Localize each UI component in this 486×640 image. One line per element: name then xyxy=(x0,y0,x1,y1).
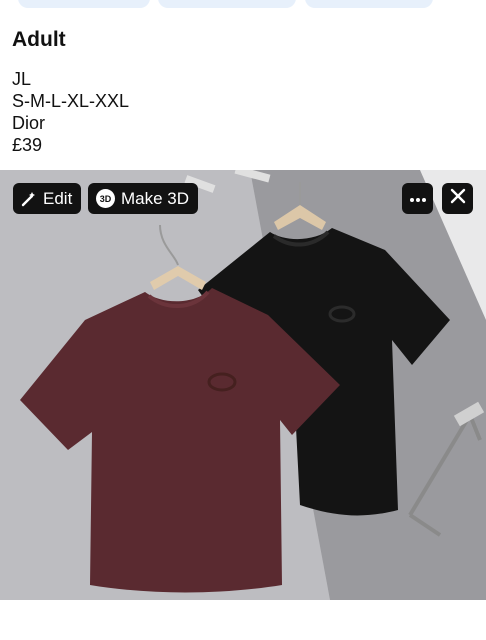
post-detail-brand: Dior xyxy=(12,113,46,133)
magic-wand-icon xyxy=(21,191,37,207)
post-text: Adult JL S-M-L-XL-XXL Dior £39 xyxy=(12,28,129,156)
make-3d-label: Make 3D xyxy=(121,188,190,208)
3d-icon: 3D xyxy=(96,189,115,208)
post-title: Adult xyxy=(12,28,66,51)
tshirts-illustration xyxy=(0,170,486,600)
close-icon xyxy=(450,188,466,209)
close-button[interactable] xyxy=(442,183,473,214)
suggestion-chip[interactable] xyxy=(18,0,150,8)
ellipsis-icon xyxy=(409,190,427,208)
edit-label: Edit xyxy=(43,188,73,208)
post-detail-brand-code: JL xyxy=(12,69,32,89)
make-3d-button[interactable]: 3D Make 3D xyxy=(88,183,199,214)
bottom-spacer xyxy=(0,600,486,640)
suggestion-chips-row xyxy=(0,0,486,12)
edit-button[interactable]: Edit xyxy=(13,183,82,214)
more-options-button[interactable] xyxy=(402,183,433,214)
post-detail-price: £39 xyxy=(12,135,43,155)
post-detail-sizes: S-M-L-XL-XXL xyxy=(12,91,130,111)
product-photo[interactable] xyxy=(0,170,486,600)
suggestion-chip[interactable] xyxy=(305,0,433,8)
suggestion-chip[interactable] xyxy=(158,0,296,8)
